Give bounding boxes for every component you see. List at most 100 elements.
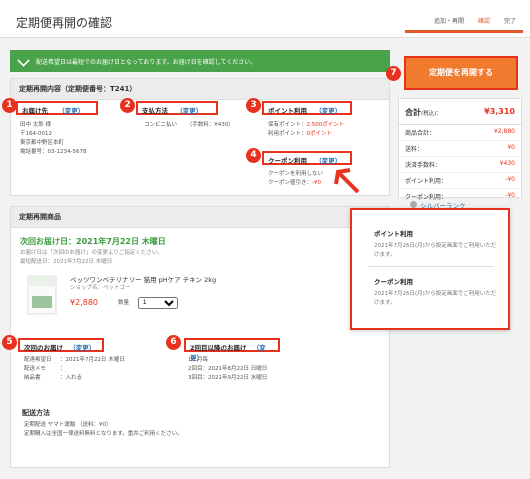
desired-date-value: ：2021年7月22日 木曜日 (60, 357, 125, 363)
summary-row: 商品合計： ¥2,880 (399, 125, 521, 141)
invoice-value: ：入れる (60, 375, 83, 381)
product-image (22, 272, 62, 316)
next-delivery-change-link[interactable]: （変更） (69, 344, 95, 352)
rank-icon (410, 201, 417, 208)
address-zip: 〒164-0012 (20, 131, 52, 137)
products-title: 定期再開商品 (11, 207, 389, 228)
step-confirm: 確認 (477, 18, 490, 25)
points-row-label: ポイント利用： (405, 178, 448, 185)
shipping-label: 送料： (405, 146, 424, 153)
points-held-label: 保有ポイント： (268, 122, 307, 128)
next-delivery-date: 次回お届け日：2021年7月22日 木曜日 (20, 237, 166, 246)
third-date: 3回目：2021年9月22日 水曜日 (188, 375, 268, 381)
pointer-arrow-icon (334, 168, 360, 194)
address-phone: 電話番号：03-1234-5678 (20, 149, 87, 155)
popup-divider (368, 266, 494, 267)
address-name: 田中 太郎 様 (20, 122, 51, 128)
summary-row: 決済手数料： ¥430 (399, 157, 521, 173)
badge-3: 3 (246, 98, 261, 113)
coupon-change-link[interactable]: （変更） (315, 157, 341, 165)
shipping-note: 定期購入は全国一律送料無料となります。重弁ご利用ください。 (24, 431, 183, 437)
shipping-info: 定期配送 ヤマト運輸 （送料：¥0） 定期購入は全国一律送料無料となります。重弁… (24, 421, 183, 439)
points-used-value: 0ポイント (306, 131, 333, 137)
delivery-note-1: お届け日は「次回のお届け」の変更よりご指定ください。 (20, 250, 163, 256)
quantity-select[interactable]: 1 (138, 297, 178, 309)
notice-text: 配送希望日は最短でのお届け日となっております。お届け日を確認してください。 (36, 59, 257, 66)
subtotal-label: 商品合計： (405, 130, 436, 137)
delivery-change-link[interactable]: （変更） (58, 107, 84, 115)
payment-info: コンビニ払い （手数料：¥430） (144, 121, 234, 130)
total-tax-label: (税込)： (421, 111, 442, 117)
points-label: ポイント利用 (268, 107, 307, 115)
coupon-discount-value: -¥0 (312, 180, 321, 186)
address-line: 東京都中野区本町 (20, 140, 65, 146)
resume-subscription-button[interactable]: 定期便を再開する (404, 56, 518, 90)
points-change-link[interactable]: （変更） (315, 107, 341, 115)
points-held-value: 2,500ポイント (306, 122, 345, 128)
badge-1: 1 (2, 98, 17, 113)
total-row: 合計(税込)： ¥3,310 (399, 99, 521, 125)
summary-row: 送料： ¥0 (399, 141, 521, 157)
next-delivery-details: 配達希望日 ：2021年7月22日 木曜日 配送メモ ： 納品書 ：入れる (24, 356, 125, 383)
payment-value: コンビニ払い (144, 122, 178, 128)
quantity-label: 数量 (118, 300, 130, 306)
popup-points-title: ポイント利用 (374, 230, 413, 238)
points-label-box: ポイント利用 （変更） (262, 101, 352, 115)
fee-value: ¥430 (499, 160, 515, 167)
memo-value: ： (60, 366, 66, 372)
popup-coupon-title: クーポン利用 (374, 278, 413, 286)
fee-label: 決済手数料： (405, 162, 442, 169)
shipping-title: 配送方法 (22, 409, 50, 417)
next-delivery-box: 次回のお届け （変更） (18, 338, 104, 352)
product-name[interactable]: ペッツワンベテリナリー 猫用 pHケア チキン 2kg (70, 274, 216, 284)
coupon-row-value: -¥0 (505, 192, 515, 199)
points-used-label: 利用ポイント： (268, 131, 307, 137)
badge-4: 4 (246, 148, 261, 163)
step-progress-bar (405, 30, 523, 33)
payment-label-box: 支払方法 （変更） (136, 101, 218, 115)
desired-date-label: 配達希望日 (24, 357, 52, 363)
delivery-label: お届け先 (22, 107, 48, 115)
contents-title: 定期再開内容（定期便番号：T241） (11, 79, 389, 100)
summary-row: ポイント利用： -¥0 (399, 173, 521, 189)
interval: 1ヶ月毎 (188, 357, 208, 363)
popup-coupon-text: 2021年7月26日(月)から設定画面でご利用いただけます。 (374, 291, 497, 306)
invoice-label: 納品書 (24, 375, 41, 381)
shipping-method: 定期配送 ヤマト運輸 （送料：¥0） (24, 422, 112, 428)
total-value: ¥3,310 (484, 107, 515, 116)
notice-banner: 配送希望日は最短でのお届け日となっております。お届け日を確認してください。 (10, 50, 390, 72)
step-done: 完了 (503, 18, 516, 25)
payment-label: 支払方法 (142, 107, 168, 115)
delivery-address: 田中 太郎 様 〒164-0012 東京都中野区本町 電話番号：03-1234-… (20, 121, 86, 157)
total-label: 合計 (405, 108, 421, 117)
order-summary: 合計(税込)： ¥3,310 商品合計： ¥2,880 送料： ¥0 決済手数料： ¥… (398, 98, 522, 205)
payment-fee: （手数料：¥430） (186, 122, 234, 128)
page-title: 定期便再開の確認 (16, 16, 113, 30)
shipping-value: ¥0 (507, 144, 515, 151)
product-shop: ショップ名：ペットゴー (70, 285, 131, 291)
points-row-value: -¥0 (505, 176, 515, 183)
coupon-none: クーポンを利用しない (268, 171, 324, 177)
step-add: 追加・再開 (433, 18, 464, 25)
second-date: 2回目：2021年8月22日 日曜日 (188, 366, 268, 372)
second-delivery-label: 2回目以降のお届け (190, 344, 247, 352)
subtotal-value: ¥2,880 (494, 128, 515, 135)
delivery-note-2: 最短配送日：2021年7月22日 木曜日 (20, 259, 113, 265)
coupon-label-box: クーポン利用 （変更） (262, 151, 352, 165)
second-delivery-box: 2回目以降のお届け （変更） (184, 338, 280, 362)
next-delivery-label: 次回のお届け (24, 344, 63, 352)
memo-label: 配送メモ (24, 366, 47, 372)
badge-6: 6 (166, 335, 181, 350)
points-info: 保有ポイント：2,500ポイント 利用ポイント：0ポイント (268, 121, 344, 139)
badge-7: 7 (386, 66, 401, 81)
badge-2: 2 (120, 98, 135, 113)
coupon-info: クーポンを利用しない クーポン値引き：-¥0 (268, 170, 323, 188)
check-icon (17, 54, 30, 67)
product-price: ¥2,880 (70, 298, 98, 307)
delivery-label-box: お届け先 （変更） (16, 101, 98, 115)
delivery-notes: お届け日は「次回のお届け」の変更よりご指定ください。 最短配送日：2021年7月… (20, 249, 163, 267)
payment-change-link[interactable]: （変更） (176, 107, 202, 115)
coupon-label: クーポン利用 (268, 157, 307, 165)
badge-5: 5 (2, 335, 17, 350)
second-delivery-details: 1ヶ月毎 2回目：2021年8月22日 日曜日 3回目：2021年9月22日 水… (188, 356, 267, 383)
